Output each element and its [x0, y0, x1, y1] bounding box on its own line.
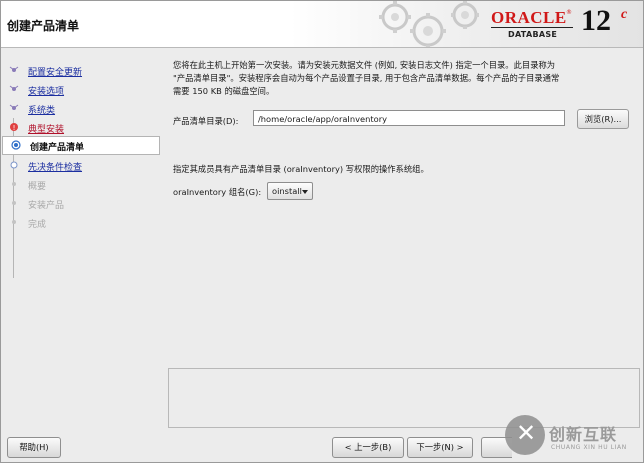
- sidebar-step-label: 创建产品清单: [30, 143, 85, 153]
- browse-button[interactable]: 浏览(R)...: [577, 109, 629, 129]
- header-banner: 创建产品清单 ORACLE ® DATABASE 12 c: [1, 1, 643, 48]
- watermark-subtext: CHUANG XIN HU LIAN: [551, 444, 627, 451]
- registered-mark: ®: [566, 9, 572, 16]
- watermark-logo: ✕ 创新互联 CHUANG XIN HU LIAN: [501, 411, 643, 463]
- sidebar-step-install-product: 安装产品: [1, 195, 159, 212]
- inventory-directory-input[interactable]: /home/oracle/app/oraInventory: [253, 110, 565, 126]
- svg-text:!: !: [13, 124, 16, 132]
- step-done-icon: [9, 104, 19, 110]
- description-line: "产品清单目录"。安装程序会自动为每个产品设置子目录, 用于包含产品清单数据。每…: [173, 73, 560, 83]
- database-logo-text: DATABASE: [508, 30, 558, 39]
- sidebar-step-security-updates[interactable]: 配置安全更新: [1, 62, 159, 79]
- group-description: 指定其成员具有产品清单目录 (oraInventory) 写权限的操作系统组。: [173, 164, 429, 174]
- inventory-description: 您将在此主机上开始第一次安装。请为安装元数据文件 (例如, 安装日志文件) 指定…: [173, 59, 635, 98]
- sidebar-step-system-class[interactable]: 系统类: [1, 100, 159, 117]
- sidebar-step-install-options[interactable]: 安装选项: [1, 81, 159, 98]
- sidebar-step-label[interactable]: 配置安全更新: [28, 65, 82, 78]
- inventory-directory-label: 产品清单目录(D):: [173, 116, 239, 126]
- sidebar-step-label: 概要: [28, 182, 47, 192]
- sidebar-step-label: 安装产品: [28, 201, 65, 211]
- watermark-x-icon: ✕: [516, 419, 537, 447]
- step-pending-icon: [12, 182, 16, 186]
- step-pending-icon: [12, 201, 16, 205]
- next-button[interactable]: 下一步(N) >: [407, 437, 473, 458]
- step-sidebar: 配置安全更新 安装选项 系统类 ! 典型安装 创建产品清单 先决条件检查 概要: [1, 48, 160, 426]
- chevron-down-icon: [302, 190, 308, 194]
- step-done-icon: [9, 85, 19, 91]
- sidebar-step-label[interactable]: 先决条件检查: [28, 160, 82, 173]
- step-warning-icon: !: [10, 123, 18, 132]
- sidebar-step-prereq-checks[interactable]: 先决条件检查: [1, 157, 159, 174]
- watermark-text: 创新互联: [549, 425, 618, 444]
- description-line: 您将在此主机上开始第一次安装。请为安装元数据文件 (例如, 安装日志文件) 指定…: [173, 60, 556, 70]
- installer-window: 创建产品清单 ORACLE ® DATABASE 12 c 配置安全更新 安装选…: [0, 0, 644, 463]
- step-pending-icon: [12, 220, 16, 224]
- description-line: 需要 150 KB 的磁盘空间。: [173, 86, 275, 96]
- help-button[interactable]: 帮助(H): [7, 437, 61, 458]
- oracle-logo: ORACLE ® DATABASE: [485, 7, 577, 43]
- sidebar-step-typical-install[interactable]: ! 典型安装: [1, 119, 159, 136]
- step-next-icon: [10, 161, 18, 169]
- version-number: 12: [581, 4, 611, 37]
- step-current-icon: [11, 140, 21, 150]
- sidebar-step-summary: 概要: [1, 176, 159, 193]
- sidebar-step-label: 完成: [28, 220, 47, 230]
- version-suffix: c: [621, 7, 628, 22]
- sidebar-step-label[interactable]: 系统类: [28, 103, 55, 116]
- sidebar-step-create-inventory[interactable]: 创建产品清单: [2, 136, 160, 155]
- back-button[interactable]: < 上一步(B): [332, 437, 404, 458]
- sidebar-step-label[interactable]: 安装选项: [28, 84, 64, 97]
- gears-decoration-icon: [379, 1, 479, 47]
- main-content: 您将在此主机上开始第一次安装。请为安装元数据文件 (例如, 安装日志文件) 指定…: [165, 53, 639, 363]
- oracle-logo-text: ORACLE: [491, 8, 567, 27]
- group-name-value: oinstall: [272, 186, 302, 196]
- step-done-icon: [9, 66, 19, 72]
- logo-divider: [491, 27, 573, 28]
- sidebar-step-finish: 完成: [1, 214, 159, 231]
- group-name-label: oraInventory 组名(G):: [173, 187, 262, 197]
- sidebar-step-label[interactable]: 典型安装: [28, 122, 64, 135]
- page-title: 创建产品清单: [7, 19, 80, 33]
- group-name-select[interactable]: oinstall: [267, 182, 313, 200]
